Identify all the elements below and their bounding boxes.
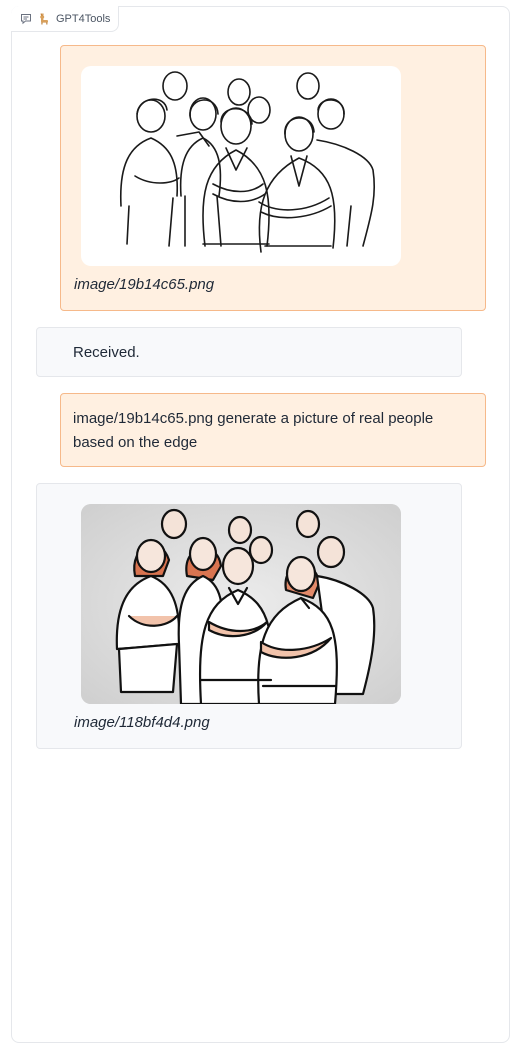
user-message-text: image/19b14c65.png generate a picture of… xyxy=(60,393,486,467)
generated-image-caption: image/118bf4d4.png xyxy=(74,714,210,731)
chatbot-title: GPT4Tools xyxy=(56,12,111,25)
user-prompt-line-2: based on the edge xyxy=(73,434,198,451)
user-prompt-line-1: image/19b14c65.png generate a picture of… xyxy=(73,410,434,427)
llama-icon xyxy=(38,12,50,25)
input-edge-image[interactable] xyxy=(81,66,401,266)
input-image-caption: image/19b14c65.png xyxy=(74,276,215,293)
bot-message-text: Received. xyxy=(36,327,462,377)
chatbot-label: GPT4Tools xyxy=(11,6,120,32)
generated-image[interactable] xyxy=(81,504,401,704)
chat-bubble-icon xyxy=(20,13,32,25)
bot-message-received: Received. xyxy=(73,344,140,361)
bot-message-image: image/118bf4d4.png xyxy=(36,483,462,749)
user-message-image: image/19b14c65.png xyxy=(60,45,486,311)
